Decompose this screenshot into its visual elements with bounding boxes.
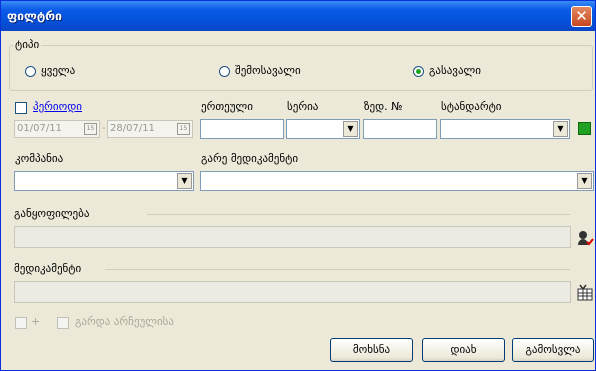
date-to-calendar-icon: 15 [177, 123, 190, 135]
medication-label: მედიკამენტი [14, 262, 82, 275]
company-combo[interactable]: ▼ [14, 171, 194, 191]
series-label: სერია [287, 100, 319, 113]
type-group-label: ტიპი [13, 38, 42, 51]
period-link[interactable]: პერიოდი [33, 100, 82, 113]
except-med-combo[interactable]: ▼ [200, 171, 594, 191]
division-separator [147, 214, 570, 215]
unit-input[interactable] [200, 119, 284, 139]
standard-combo[interactable]: ▼ [440, 119, 570, 139]
date-from-value: 01/07/11 [17, 123, 62, 134]
division-input [14, 226, 571, 248]
radio-income[interactable] [219, 66, 230, 77]
medication-separator [105, 269, 570, 270]
date-from-field: 01/07/11 15 [14, 120, 100, 138]
person-select-icon[interactable] [576, 229, 594, 247]
date-to-field: 28/07/11 15 [107, 120, 193, 138]
company-dropdown-icon[interactable]: ▼ [177, 173, 192, 189]
plus-label: + [31, 315, 41, 328]
except-med-label: გარე მედიკამენტი [201, 152, 299, 165]
type-groupbox [9, 45, 593, 91]
period-checkbox[interactable] [15, 102, 27, 114]
standard-indicator-icon [578, 122, 591, 135]
standard-label: სტანდარტი [441, 100, 502, 113]
date-from-calendar-icon: 15 [84, 123, 97, 135]
close-button[interactable]: ✕ [571, 6, 592, 27]
radio-expense-label: გასავალი [429, 64, 481, 77]
radio-expense[interactable] [413, 66, 424, 77]
date-dash: - [102, 121, 106, 134]
radio-income-label: შემოსავალი [235, 64, 301, 77]
standard-dropdown-icon[interactable]: ▼ [553, 121, 568, 137]
company-label: კომპანია [15, 152, 64, 165]
except-archive-checkbox [57, 317, 69, 329]
radio-all-label: ყველა [41, 64, 76, 77]
clear-button[interactable]: მოხსნა [330, 338, 413, 362]
number-input[interactable] [363, 119, 437, 139]
number-label: ზედ. № [364, 100, 403, 113]
except-archive-label: გარდა არჩეულისა [75, 315, 174, 328]
medication-input [14, 281, 571, 303]
plus-checkbox [15, 317, 27, 329]
filter-window: ფილტრი ✕ ტიპი ყველა შემოსავალი გასავალი … [0, 0, 596, 371]
ok-button[interactable]: დიახ [422, 338, 505, 362]
table-select-icon[interactable] [576, 284, 594, 302]
except-med-dropdown-icon[interactable]: ▼ [577, 173, 592, 189]
window-title: ფილტრი [7, 9, 62, 23]
date-to-value: 28/07/11 [110, 123, 155, 134]
division-label: განყოფილება [14, 207, 90, 220]
title-bar[interactable]: ფილტრი ✕ [1, 1, 595, 31]
series-dropdown-icon[interactable]: ▼ [343, 121, 358, 137]
exit-button[interactable]: გამოსვლა [512, 338, 594, 362]
unit-label: ერთეული [201, 100, 253, 113]
series-combo[interactable]: ▼ [286, 119, 360, 139]
radio-all[interactable] [25, 66, 36, 77]
